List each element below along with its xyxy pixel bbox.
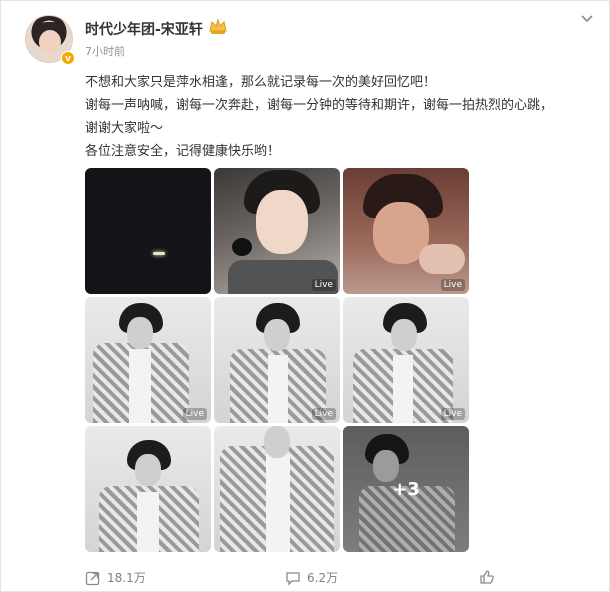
- photo-thumbnail[interactable]: [214, 426, 340, 552]
- share-button[interactable]: 18.1万: [85, 569, 146, 586]
- live-badge: Live: [182, 408, 207, 420]
- post-text-line: 谢谢大家啦～: [85, 121, 164, 136]
- figure-shirt: [268, 355, 288, 423]
- post-text-line: 各位注意安全，记得健康快乐哟！: [85, 144, 281, 159]
- more-photos-count[interactable]: +3: [343, 426, 469, 552]
- live-badge: Live: [440, 408, 465, 420]
- photo-grid: Live Live Live Live Live +3: [85, 168, 469, 552]
- share-count: 18.1万: [107, 571, 146, 585]
- post-text-line: 谢每一声呐喊，谢每一次奔赴，谢每一分钟的等待和期许，谢每一拍热烈的心跳，: [85, 98, 554, 113]
- live-badge: Live: [440, 279, 465, 291]
- photo-thumbnail[interactable]: Live: [214, 297, 340, 423]
- figure-shirt: [393, 355, 413, 423]
- figure-face: [264, 426, 290, 458]
- author-name[interactable]: 时代少年团-宋亚轩: [85, 19, 203, 39]
- chevron-down-icon[interactable]: [579, 13, 595, 25]
- post-timestamp[interactable]: 7小时前: [85, 43, 125, 59]
- microphone-shape: [232, 238, 252, 256]
- crown-icon: [209, 18, 227, 34]
- like-icon: [480, 570, 494, 584]
- photo-thumbnail[interactable]: Live: [343, 297, 469, 423]
- figure-shirt: [137, 492, 159, 552]
- figure-face: [135, 454, 161, 486]
- figure-face: [391, 319, 417, 351]
- moon-shape: [153, 252, 165, 255]
- figure-shirt: [129, 349, 151, 423]
- figure-face: [264, 319, 290, 351]
- photo-thumbnail[interactable]: +3: [343, 426, 469, 552]
- figure-face: [256, 190, 308, 254]
- share-icon: [85, 571, 100, 585]
- photo-thumbnail[interactable]: Live: [343, 168, 469, 294]
- photo-thumbnail[interactable]: [85, 426, 211, 552]
- action-bar: 18.1万 6.2万: [1, 565, 610, 592]
- comment-count: 6.2万: [307, 571, 339, 585]
- comment-icon: [286, 571, 300, 586]
- figure-shirt: [266, 454, 290, 552]
- comment-button[interactable]: 6.2万: [285, 569, 338, 586]
- photo-thumbnail[interactable]: Live: [214, 168, 340, 294]
- like-button[interactable]: [479, 569, 495, 585]
- weibo-post-card: v 时代少年团-宋亚轩 7小时前 不想和大家只是萍水相逢，那么就记录每一次的美好…: [0, 0, 610, 592]
- post-text-line: 不想和大家只是萍水相逢，那么就记录每一次的美好回忆吧！: [85, 75, 437, 90]
- live-badge: Live: [311, 279, 336, 291]
- live-badge: Live: [311, 408, 336, 420]
- photo-thumbnail[interactable]: Live: [85, 297, 211, 423]
- figure-face: [127, 317, 153, 349]
- avatar-face: [39, 30, 61, 54]
- verified-badge-icon: v: [61, 51, 75, 65]
- figure-hand: [419, 244, 465, 274]
- post-text: 不想和大家只是萍水相逢，那么就记录每一次的美好回忆吧！ 谢每一声呐喊，谢每一次奔…: [85, 71, 605, 163]
- photo-thumbnail[interactable]: [85, 168, 211, 294]
